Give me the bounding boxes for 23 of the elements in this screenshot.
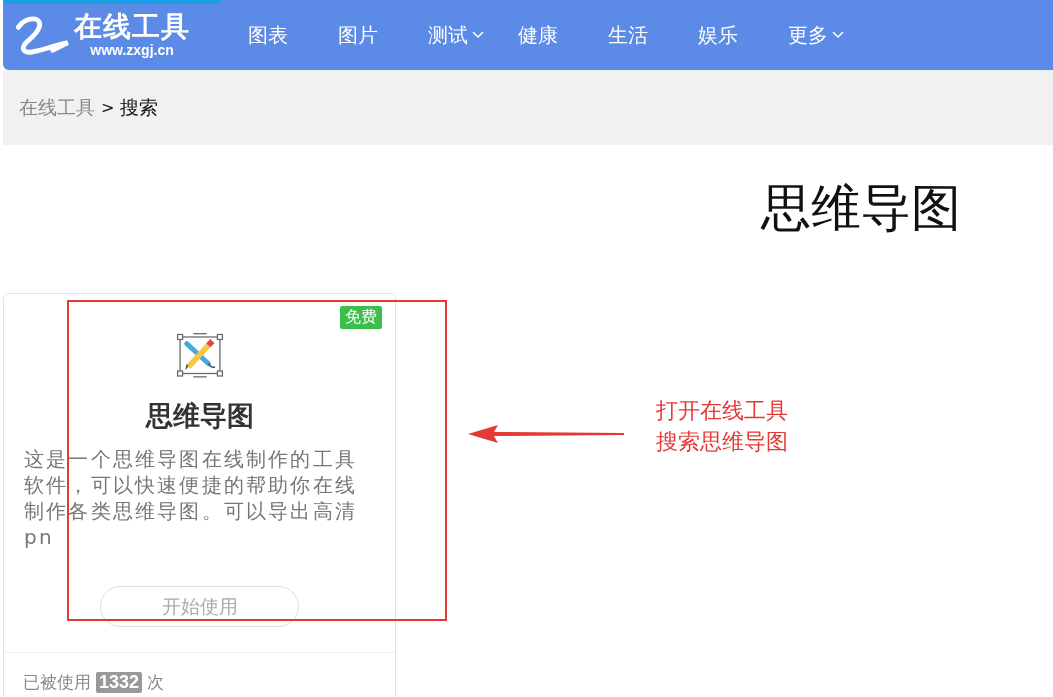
start-button[interactable]: 开始使用	[100, 586, 299, 627]
nav-link[interactable]: 测试	[428, 21, 518, 49]
nav-link[interactable]: 图片	[338, 21, 428, 49]
breadcrumb-link[interactable]: 在线工具	[19, 94, 95, 121]
site-logo[interactable]: 在线工具 www.zxgj.cn	[14, 13, 200, 57]
nav-link[interactable]: 娱乐	[698, 21, 788, 49]
usage-unit: 次	[147, 671, 165, 694]
nav-link[interactable]: 生活	[608, 21, 698, 49]
breadcrumb-link[interactable]: 搜索	[120, 94, 159, 121]
breadcrumb-separator: >	[101, 98, 115, 117]
annotation-text: 打开在线工具	[656, 397, 788, 425]
tool-title: 思维导图	[145, 399, 254, 434]
logo-url: www.zxgj.cn	[90, 43, 174, 57]
free-badge: 免费	[340, 306, 382, 329]
nav-link[interactable]: 图表	[248, 21, 338, 49]
tool-description: 这是一个思维导图在线制作的工具软件，可以快速便捷的帮助你在线制作各类思维导图。可以导出高清pn	[23, 446, 358, 551]
logo-title: 在线工具	[74, 13, 190, 41]
usage-label: 已被使用	[23, 671, 91, 694]
annotation-text: 搜索思维导图	[656, 428, 788, 456]
page-title: 思维导图	[760, 178, 961, 239]
nav-link[interactable]: 健康	[518, 21, 608, 49]
nav-link[interactable]: 更多	[788, 21, 878, 49]
usage-count: 1332	[96, 672, 143, 693]
